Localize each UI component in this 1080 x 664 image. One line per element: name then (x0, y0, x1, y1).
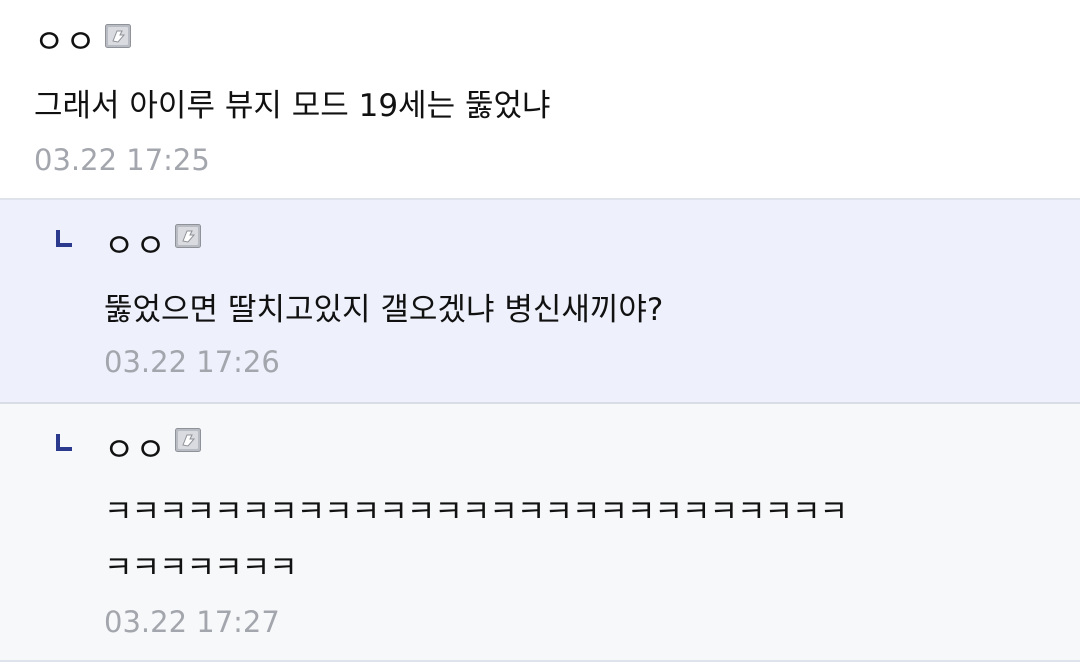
comment-author[interactable]: ㅇㅇ (104, 428, 201, 470)
comment-item: ㅇㅇ 그래서 아이루 뷰지 모드 19세는 뚫었냐 03.22 17:25 (0, 0, 1080, 200)
comment-date: 03.22 17:27 (104, 605, 280, 639)
fixed-nickname-icon (174, 428, 201, 452)
reply-item: ㅇㅇ 뚫었으면 딸치고있지 갤오겠냐 병신새끼야? 03.22 17:26 (0, 200, 1080, 404)
nickname[interactable]: ㅇㅇ (104, 226, 167, 266)
reply-arrow-icon (56, 230, 72, 248)
fixed-nickname-icon (174, 224, 201, 248)
comment-text: 그래서 아이루 뷰지 모드 19세는 뚫었냐 (34, 88, 551, 124)
comment-author[interactable]: ㅇㅇ (34, 22, 131, 62)
comment-text-line-2: ㅋㅋㅋㅋㅋㅋㅋ (104, 550, 298, 586)
reply-arrow-icon (56, 434, 72, 452)
comment-author[interactable]: ㅇㅇ (104, 224, 201, 266)
nickname[interactable]: ㅇㅇ (34, 22, 97, 62)
comment-text-line-1: ㅋㅋㅋㅋㅋㅋㅋㅋㅋㅋㅋㅋㅋㅋㅋㅋㅋㅋㅋㅋㅋㅋㅋㅋㅋㅋㅋ (104, 494, 848, 530)
reply-item: ㅇㅇ ㅋㅋㅋㅋㅋㅋㅋㅋㅋㅋㅋㅋㅋㅋㅋㅋㅋㅋㅋㅋㅋㅋㅋㅋㅋㅋㅋ ㅋㅋㅋㅋㅋㅋㅋ 0… (0, 404, 1080, 662)
fixed-nickname-icon (104, 24, 131, 48)
comment-date: 03.22 17:25 (34, 143, 210, 177)
comment-thread: ㅇㅇ 그래서 아이루 뷰지 모드 19세는 뚫었냐 03.22 17:25 ㅇㅇ (0, 0, 1080, 664)
comment-text: 뚫었으면 딸치고있지 갤오겠냐 병신새끼야? (104, 292, 664, 328)
comment-date: 03.22 17:26 (104, 345, 280, 379)
nickname[interactable]: ㅇㅇ (104, 430, 167, 470)
